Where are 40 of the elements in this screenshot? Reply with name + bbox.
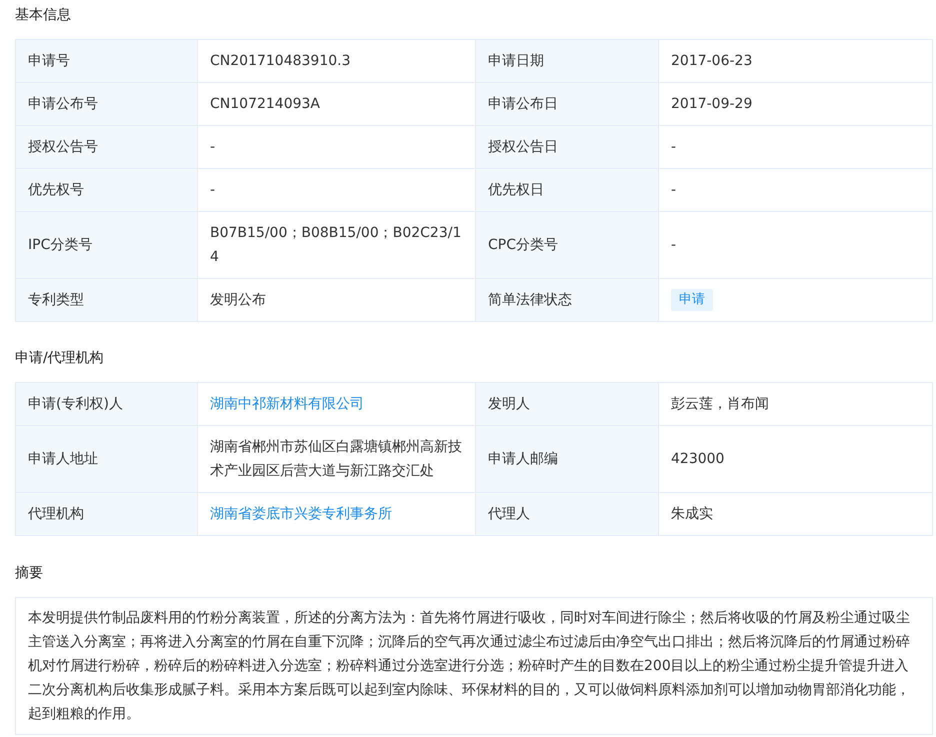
field-value: - <box>671 138 676 157</box>
field-value: 2017-09-29 <box>671 95 752 114</box>
field-label: 申请人邮编 <box>488 450 558 469</box>
field-label: 申请日期 <box>488 52 544 71</box>
field-value: 发明公布 <box>210 291 266 310</box>
field-label: 申请号 <box>28 52 70 71</box>
section-title: 基本信息 <box>15 6 72 25</box>
field-value: B07B15/00；B08B15/00；B02C23/14 <box>210 224 462 267</box>
field-label: 简单法律状态 <box>488 291 572 310</box>
company-link[interactable]: 湖南省娄底市兴娄专利事务所 <box>210 502 392 526</box>
field-label: 申请(专利权)人 <box>28 395 123 414</box>
field-label: CPC分类号 <box>488 236 558 255</box>
field-label: IPC分类号 <box>28 236 92 255</box>
field-value: 2017-06-23 <box>671 52 752 71</box>
field-label: 专利类型 <box>28 291 84 310</box>
field-value: CN201710483910.3 <box>210 52 350 71</box>
field-value: - <box>671 236 676 255</box>
field-label: 发明人 <box>488 395 530 414</box>
field-label: 优先权日 <box>488 181 544 200</box>
field-label: 申请公布号 <box>28 95 98 114</box>
field-value: - <box>210 181 216 200</box>
section-title: 申请/代理机构 <box>15 349 105 368</box>
field-label: 申请公布日 <box>488 95 558 114</box>
field-label: 申请人地址 <box>28 450 98 469</box>
status-tag: 申请 <box>671 289 713 311</box>
field-value: CN107214093A <box>210 95 320 114</box>
field-label: 代理人 <box>488 505 530 524</box>
section-title: 摘要 <box>15 564 44 583</box>
field-label: 优先权号 <box>28 181 84 200</box>
field-value: - <box>671 181 676 200</box>
field-value: 湖南省郴州市苏仙区白露塘镇郴州高新技术产业园区后营大道与新江路交汇处 <box>210 438 463 481</box>
field-label: 授权公告日 <box>488 138 558 157</box>
field-value: 朱成实 <box>671 505 713 524</box>
abstract-text: 本发明提供竹制品废料用的竹粉分离装置，所述的分离方法为：首先将竹屑进行吸收，同时对车间进行除尘；然后将收吸的竹屑及粉尘通过吸尘主管送入分离室；再将进入分离室的竹屑在自重下沉降；沉降后的空气再次通过滤尘布过滤后由净空气出口排出；然后将沉降后的竹屑通过粉碎机对竹屑进行粉碎，粉碎后的粉碎料进入分选室；粉碎料通过分选室进行分选；粉碎时产生的目数在200目以上的粉尘通过粉尘提升管提升进入二次分离机构后收集形成腻子料。采用本方案后既可以起到室内除味、环保材料的目的，又可以做饲料原料添加剂可以增加动物胃部消化功能，起到粗粮的作用。 <box>15 597 933 735</box>
field-value: - <box>210 138 216 157</box>
field-value: 彭云莲，肖布闻 <box>671 395 769 414</box>
field-label: 授权公告号 <box>28 138 98 157</box>
field-label: 代理机构 <box>28 505 84 524</box>
field-value: 423000 <box>671 450 724 469</box>
company-link[interactable]: 湖南中祁新材料有限公司 <box>210 392 364 416</box>
